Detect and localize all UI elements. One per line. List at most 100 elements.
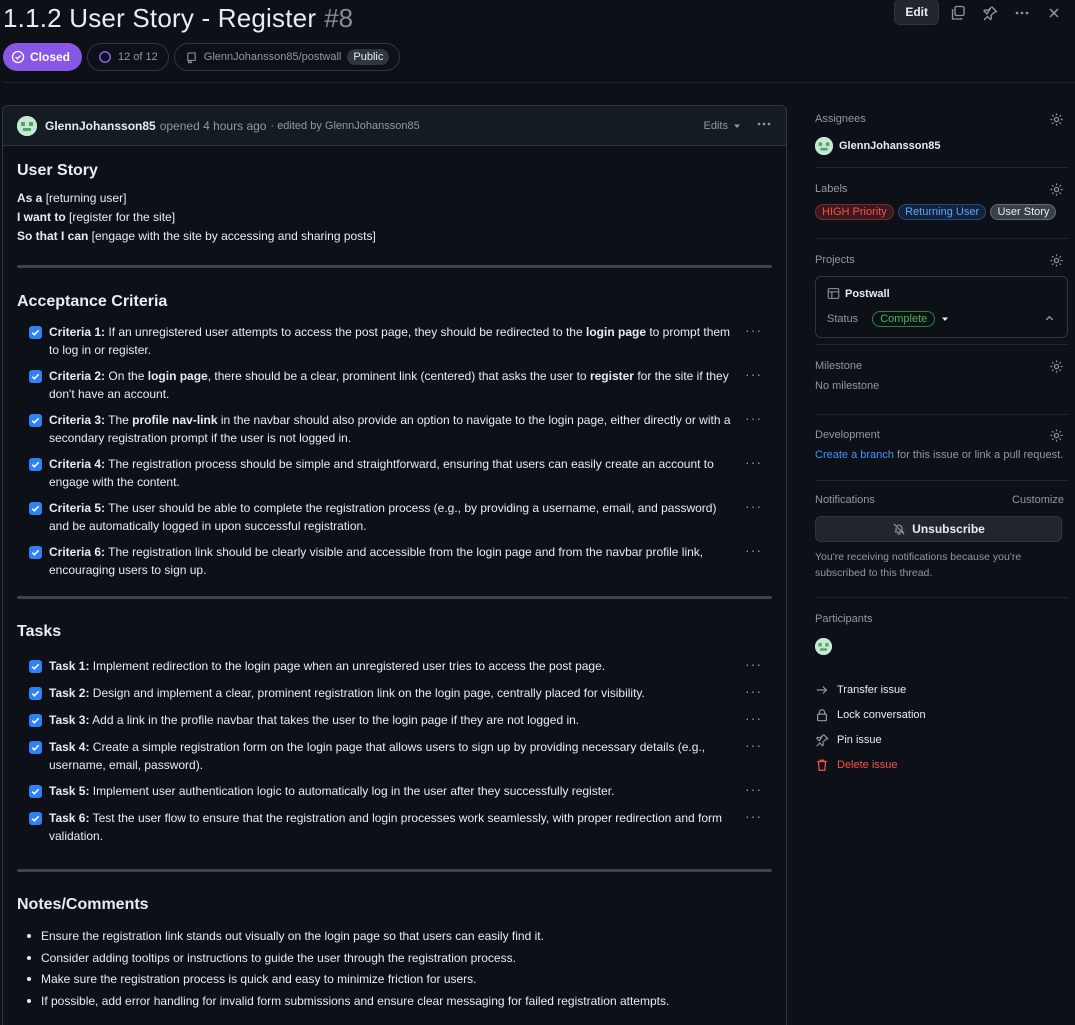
section-divider — [17, 869, 772, 872]
transfer-issue-label: Transfer issue — [837, 683, 907, 696]
item-options-icon[interactable]: ··· — [745, 780, 762, 798]
project-row[interactable]: Postwall — [827, 287, 890, 300]
chevron-down-icon — [734, 124, 740, 128]
trash-icon — [817, 759, 827, 771]
check-circle-icon — [11, 50, 25, 64]
checkbox[interactable] — [29, 687, 42, 700]
comment-body: User Story As a [returning user] I want … — [3, 146, 786, 1025]
repo-pill[interactable]: GlennJohansson85/postwall Public — [173, 43, 401, 71]
section-divider — [17, 596, 772, 599]
create-branch-link[interactable]: Create a branch — [815, 449, 894, 461]
pin-issue-button[interactable]: Pin issue — [815, 727, 1068, 752]
item-options-icon[interactable]: ··· — [745, 453, 762, 471]
development-title: Development — [815, 429, 880, 441]
list-item: Criteria 2: On the login page, there sho… — [17, 365, 772, 403]
criteria-text: Criteria 6: The registration link should… — [49, 545, 704, 577]
comment-options-icon[interactable] — [756, 116, 772, 135]
user-story-heading: User Story — [17, 162, 98, 179]
gear-icon[interactable] — [1049, 359, 1064, 377]
checkbox[interactable] — [29, 660, 42, 673]
participants-title: Participants — [815, 613, 873, 625]
status-label: Status — [827, 313, 859, 325]
repo-icon — [187, 52, 196, 64]
assignee-name: GlennJohansson85 — [839, 140, 941, 152]
checkbox[interactable] — [29, 370, 42, 383]
list-item: Make sure the registration process is qu… — [17, 969, 772, 991]
checkbox[interactable] — [29, 326, 42, 339]
item-options-icon[interactable]: ··· — [745, 365, 762, 383]
label-high-priority[interactable]: HIGH Priority — [815, 204, 894, 220]
checkbox[interactable] — [29, 714, 42, 727]
lock-conversation-button[interactable]: Lock conversation — [815, 702, 1068, 727]
edit-button[interactable]: Edit — [894, 0, 939, 25]
copy-icon[interactable] — [945, 0, 971, 26]
progress-label: 12 of 12 — [118, 51, 158, 63]
comment-header: GlennJohansson85 opened 4 hours ago · ed… — [3, 106, 786, 146]
checkbox[interactable] — [29, 414, 42, 427]
list-item: Criteria 4: The registration process sho… — [17, 453, 772, 491]
status-badge: Closed — [3, 43, 83, 71]
item-options-icon[interactable]: ··· — [745, 541, 762, 559]
bell-slash-icon — [893, 523, 905, 535]
task-text: Task 4: Create a simple registration for… — [49, 740, 706, 772]
assignees-section: Assignees GlennJohansson85 — [815, 108, 1068, 168]
checkbox[interactable] — [29, 785, 42, 798]
unsubscribe-button[interactable]: Unsubscribe — [815, 516, 1062, 542]
checkbox[interactable] — [29, 546, 42, 559]
checkbox[interactable] — [29, 458, 42, 471]
development-text: Create a branch for this issue or link a… — [815, 449, 1064, 461]
user-story-line: I want to [register for the site] — [17, 210, 176, 224]
participants-section: Participants — [815, 598, 1068, 658]
comment-author[interactable]: GlennJohansson85 — [45, 119, 156, 133]
participants-list — [815, 638, 1068, 658]
milestone-title: Milestone — [815, 360, 863, 372]
item-options-icon[interactable]: ··· — [745, 682, 762, 700]
edits-dropdown[interactable]: Edits — [704, 120, 742, 132]
acceptance-list: Criteria 1: If an unregistered user atte… — [17, 321, 772, 579]
label-returning-user[interactable]: Returning User — [898, 204, 987, 220]
labels-title: Labels — [815, 183, 848, 195]
lock-conversation-label: Lock conversation — [837, 708, 926, 721]
status-badge-label: Closed — [30, 50, 71, 64]
item-options-icon[interactable]: ··· — [745, 409, 762, 427]
list-item: Task 5: Implement user authentication lo… — [17, 780, 772, 800]
item-options-icon[interactable]: ··· — [745, 736, 762, 754]
issue-actions: Transfer issue Lock conversation Pin iss… — [815, 677, 1068, 777]
notifications-section: Notifications Customize Unsubscribe You'… — [815, 481, 1068, 598]
label-user-story[interactable]: User Story — [990, 204, 1057, 220]
item-options-icon[interactable]: ··· — [745, 497, 762, 515]
gear-icon[interactable] — [1049, 112, 1064, 130]
more-icon[interactable] — [1009, 0, 1035, 26]
task-text: Task 2: Design and implement a clear, pr… — [49, 686, 645, 700]
project-status-row: Status Complete — [827, 311, 950, 327]
close-icon[interactable] — [1041, 0, 1067, 26]
criteria-text: Criteria 5: The user should be able to c… — [49, 501, 717, 533]
chevron-down-icon — [942, 317, 949, 321]
pin-issue-label: Pin issue — [837, 733, 882, 746]
checkbox[interactable] — [29, 812, 42, 825]
customize-link[interactable]: Customize — [1012, 494, 1064, 506]
section-divider — [17, 265, 772, 268]
sub-issues-progress[interactable]: 12 of 12 — [87, 43, 169, 71]
status-dropdown[interactable]: Complete — [872, 311, 950, 327]
opened-timestamp[interactable]: opened 4 hours ago — [160, 119, 267, 133]
pin-icon[interactable] — [977, 0, 1003, 26]
list-item: Ensure the registration link stands out … — [17, 926, 772, 948]
transfer-issue-button[interactable]: Transfer issue — [815, 677, 1068, 702]
avatar[interactable] — [815, 638, 832, 655]
chevron-up-icon[interactable] — [1044, 313, 1055, 327]
assignee-row[interactable]: GlennJohansson85 — [815, 137, 1068, 155]
item-options-icon[interactable]: ··· — [745, 807, 762, 825]
delete-issue-button[interactable]: Delete issue — [815, 752, 1068, 777]
checkbox[interactable] — [29, 741, 42, 754]
delete-issue-label: Delete issue — [837, 758, 898, 771]
checkbox[interactable] — [29, 502, 42, 515]
gear-icon[interactable] — [1049, 428, 1064, 446]
gear-icon[interactable] — [1049, 253, 1064, 271]
item-options-icon[interactable]: ··· — [745, 655, 762, 673]
gear-icon[interactable] — [1049, 182, 1064, 200]
avatar[interactable] — [17, 115, 37, 136]
progress-ring-icon — [98, 50, 112, 64]
item-options-icon[interactable]: ··· — [745, 709, 762, 727]
item-options-icon[interactable]: ··· — [745, 321, 762, 339]
